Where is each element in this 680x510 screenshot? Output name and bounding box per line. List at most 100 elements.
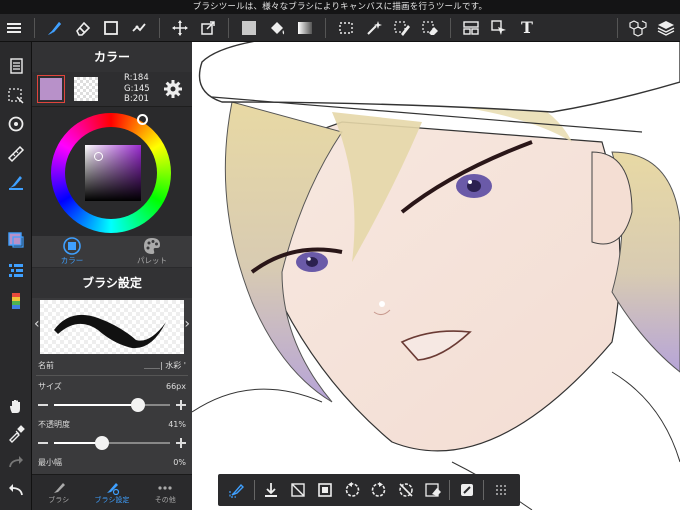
selection-menu-icon[interactable] — [4, 84, 28, 108]
color-panel-title: カラー — [32, 42, 192, 72]
layers-icon[interactable] — [652, 14, 680, 42]
select-pen-icon[interactable] — [388, 14, 416, 42]
main-color-swatch[interactable] — [37, 75, 65, 103]
brush-settings-title: ブラシ設定 — [32, 268, 192, 298]
rotate-left-icon[interactable] — [339, 476, 366, 504]
artwork — [192, 42, 680, 510]
rotate-right-icon[interactable] — [366, 476, 393, 504]
size-value: 66px — [166, 381, 186, 391]
redo-icon[interactable] — [4, 450, 28, 474]
tab-brush-settings[interactable]: ブラシ設定 — [85, 475, 138, 510]
tab-more[interactable]: その他 — [139, 475, 192, 510]
size-minus-icon[interactable] — [38, 404, 48, 406]
frame-divider-icon[interactable] — [457, 14, 485, 42]
rgb-readout: R:184 G:145 B:201 — [124, 73, 150, 105]
brush-name-label: 名前 — [38, 361, 54, 370]
panel-bottom-tabs: ブラシ ブラシ設定 その他 — [32, 474, 192, 510]
transform-tool-icon[interactable] — [194, 14, 222, 42]
bucket-tool-icon[interactable] — [263, 14, 291, 42]
magic-wand-icon[interactable] — [360, 14, 388, 42]
tab-brush-label: ブラシ — [48, 495, 70, 504]
undo-icon[interactable] — [4, 478, 28, 502]
materials-icon[interactable] — [624, 14, 652, 42]
select-eraser-icon[interactable] — [416, 14, 444, 42]
min-width-label: 最小幅 — [38, 457, 62, 467]
shape-tool-icon[interactable] — [97, 14, 125, 42]
size-slider-knob[interactable] — [130, 398, 145, 412]
min-width-row: 最小幅 0% — [32, 452, 192, 472]
color-panel-toggle-icon[interactable] — [4, 228, 28, 252]
size-plus-icon[interactable] — [176, 400, 186, 410]
reset-rotation-icon[interactable] — [392, 476, 419, 504]
opacity-slider-row — [32, 434, 192, 452]
eraser-tool-icon[interactable] — [69, 14, 97, 42]
left-toolbar — [0, 42, 32, 510]
main-color-fill — [40, 78, 62, 100]
clear-layer-icon[interactable] — [419, 476, 446, 504]
bottom-toolbar — [218, 474, 520, 506]
grid-dots-icon[interactable] — [487, 476, 514, 504]
brush-name-value: ＿＿| 水彩 ' — [144, 361, 186, 370]
line-tool-icon[interactable] — [125, 14, 153, 42]
sub-color-swatch[interactable] — [74, 77, 98, 101]
chevron-left-icon[interactable]: ‹ — [34, 316, 40, 332]
sv-knob[interactable] — [94, 152, 103, 161]
select-all-icon[interactable] — [312, 476, 339, 504]
brush-name-row[interactable]: 名前 ＿＿| 水彩 ' — [36, 356, 188, 376]
fill-color-icon[interactable] — [235, 14, 263, 42]
opacity-row: 不透明度 41% — [32, 414, 192, 434]
document-icon[interactable] — [4, 54, 28, 78]
hand-tool-icon[interactable] — [4, 394, 28, 418]
brush-tool-icon[interactable] — [41, 14, 69, 42]
opacity-value: 41% — [168, 419, 186, 429]
move-tool-icon[interactable] — [166, 14, 194, 42]
toolbar-divider — [617, 17, 618, 38]
menu-icon[interactable] — [0, 14, 28, 42]
deselect-icon[interactable] — [285, 476, 312, 504]
toolbar-divider — [449, 480, 451, 500]
rgb-g: G:145 — [124, 83, 150, 94]
drawing-canvas[interactable] — [192, 42, 680, 510]
color-picker-area — [32, 106, 192, 236]
tab-palette-label: パレット — [137, 256, 167, 265]
quick-edit-icon[interactable] — [453, 476, 480, 504]
min-width-value: 0% — [173, 457, 186, 467]
gradient-tool-icon[interactable] — [291, 14, 319, 42]
tab-more-label: その他 — [154, 495, 176, 504]
opacity-label: 不透明度 — [38, 419, 70, 429]
brush-panel-icon[interactable] — [4, 170, 28, 194]
color-swatches: R:184 G:145 B:201 — [32, 72, 192, 106]
toolbar-divider — [228, 17, 229, 38]
select-tool-icon[interactable] — [332, 14, 360, 42]
toolbar-divider — [450, 17, 451, 38]
palette-strip-icon[interactable] — [4, 290, 28, 314]
size-slider[interactable] — [54, 398, 170, 412]
toolbar-divider — [159, 17, 160, 38]
opacity-slider-knob[interactable] — [94, 436, 109, 450]
layer-list-icon[interactable] — [4, 258, 28, 282]
opacity-minus-icon[interactable] — [38, 442, 48, 444]
gear-icon[interactable] — [162, 78, 184, 100]
download-icon[interactable] — [258, 476, 285, 504]
top-toolbar: T — [0, 14, 680, 42]
rotate-canvas-icon[interactable] — [4, 112, 28, 136]
opacity-plus-icon[interactable] — [176, 438, 186, 448]
chevron-right-icon[interactable]: › — [184, 316, 190, 332]
toolbar-divider — [483, 480, 485, 500]
rgb-r: R:184 — [124, 73, 149, 83]
toolbar-divider — [253, 480, 255, 500]
operation-tool-icon[interactable] — [485, 14, 513, 42]
saturation-value-box[interactable] — [85, 145, 141, 201]
hue-knob[interactable] — [137, 114, 148, 125]
opacity-slider[interactable] — [54, 436, 170, 450]
tab-brush[interactable]: ブラシ — [32, 475, 85, 510]
eyedropper-icon[interactable] — [4, 422, 28, 446]
stabilizer-icon[interactable] — [224, 476, 251, 504]
size-row: サイズ 66px — [32, 376, 192, 396]
text-tool-icon[interactable]: T — [513, 14, 541, 42]
tab-color[interactable]: カラー — [32, 236, 112, 267]
side-panel: カラー R:184 G:145 B:201 カラー パレット ブラシ設定 ‹ ›… — [32, 42, 192, 510]
ruler-icon[interactable] — [4, 142, 28, 166]
tab-palette[interactable]: パレット — [112, 236, 192, 267]
tool-hint-bar: ブラシツールは、様々なブラシによりキャンバスに描画を行うツールです。 — [0, 0, 680, 14]
